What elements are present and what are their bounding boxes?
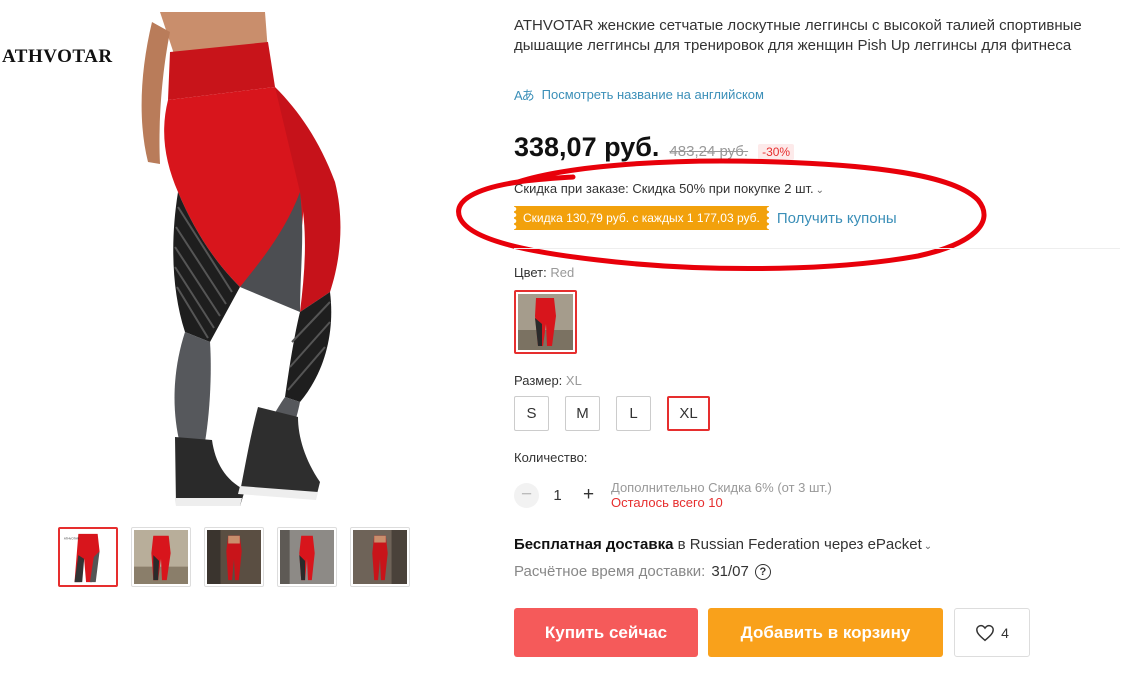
shipping-dropdown[interactable]: Бесплатная доставка в Russian Federation… bbox=[514, 536, 932, 553]
thumbnail-1[interactable]: ATHVOTAR bbox=[58, 527, 118, 587]
chevron-down-icon: ⌄ bbox=[815, 185, 825, 196]
shipping-route: в Russian Federation через ePacket bbox=[677, 536, 922, 553]
coupon-tag: Скидка 130,79 руб. с каждых 1 177,03 руб… bbox=[514, 206, 769, 230]
translate-icon: Aあ bbox=[514, 88, 535, 103]
translate-link-label: Посмотреть название на английском bbox=[541, 87, 764, 102]
thumbnail-image bbox=[280, 530, 334, 584]
quantity-info: Дополнительно Скидка 6% (от 3 шт.) Остал… bbox=[611, 480, 832, 510]
brand-logo: ATHVOTAR bbox=[2, 46, 113, 67]
thumbnail-5[interactable] bbox=[350, 527, 410, 587]
coupon-row: Скидка 130,79 руб. с каждых 1 177,03 руб… bbox=[514, 206, 897, 230]
thumbnail-strip: ATHVOTAR bbox=[58, 527, 410, 587]
size-label: Размер: XL bbox=[514, 373, 582, 388]
eta-date: 31/07 bbox=[711, 563, 749, 580]
thumbnail-3[interactable] bbox=[204, 527, 264, 587]
size-option-l[interactable]: L bbox=[616, 396, 651, 431]
color-swatch-image bbox=[518, 294, 573, 350]
delivery-estimate: Расчётное время доставки: 31/07 ? bbox=[514, 563, 771, 580]
color-label-text: Цвет: bbox=[514, 265, 547, 280]
thumbnail-image bbox=[134, 530, 188, 584]
order-discount-dropdown[interactable]: Скидка при заказе: Скидка 50% при покупк… bbox=[514, 181, 824, 196]
old-price: 483,24 руб. bbox=[669, 143, 749, 160]
add-to-cart-button[interactable]: Добавить в корзину bbox=[708, 608, 943, 657]
section-divider bbox=[514, 248, 1120, 249]
thumbnail-4[interactable] bbox=[277, 527, 337, 587]
chevron-down-icon: ⌄ bbox=[923, 541, 933, 552]
svg-text:ATHVOTAR: ATHVOTAR bbox=[64, 537, 79, 541]
wishlist-button[interactable]: 4 bbox=[954, 608, 1030, 657]
discount-badge: -30% bbox=[758, 144, 795, 160]
color-option-red[interactable] bbox=[514, 290, 577, 354]
color-value: Red bbox=[550, 265, 575, 280]
quantity-increase-button[interactable]: + bbox=[576, 482, 601, 508]
buy-now-button[interactable]: Купить сейчас bbox=[514, 608, 698, 657]
price-row: 338,07 руб. 483,24 руб. -30% bbox=[514, 132, 795, 163]
help-icon[interactable]: ? bbox=[754, 563, 771, 580]
thumbnail-2[interactable] bbox=[131, 527, 191, 587]
size-options: S M L XL bbox=[514, 396, 710, 431]
size-label-text: Размер: bbox=[514, 373, 563, 388]
size-value: XL bbox=[565, 373, 582, 388]
get-coupons-link[interactable]: Получить купоны bbox=[777, 210, 897, 227]
translate-title-link[interactable]: Aあ Посмотреть название на английском bbox=[514, 85, 764, 104]
color-label: Цвет: Red bbox=[514, 265, 574, 280]
product-title: ATHVOTAR женские сетчатые лоскутные легг… bbox=[514, 17, 1082, 54]
size-option-xl[interactable]: XL bbox=[667, 396, 710, 431]
extra-discount-text: Дополнительно Скидка 6% (от 3 шт.) bbox=[611, 480, 832, 495]
free-shipping-label: Бесплатная доставка bbox=[514, 536, 674, 553]
current-price: 338,07 руб. bbox=[514, 132, 660, 162]
order-discount-text: Скидка при заказе: Скидка 50% при покупк… bbox=[514, 181, 814, 196]
heart-icon bbox=[976, 624, 995, 641]
eta-label: Расчётное время доставки: bbox=[514, 563, 706, 580]
quantity-label: Количество: bbox=[514, 450, 588, 465]
wishlist-count: 4 bbox=[1001, 624, 1009, 641]
product-main-image[interactable] bbox=[0, 12, 470, 512]
size-option-m[interactable]: M bbox=[565, 396, 600, 431]
quantity-stepper: − 1 + Дополнительно Скидка 6% (от 3 шт.)… bbox=[514, 480, 832, 510]
thumbnail-image bbox=[207, 530, 261, 584]
leggings-photo bbox=[141, 12, 341, 506]
size-option-s[interactable]: S bbox=[514, 396, 549, 431]
stock-left-text: Осталось всего 10 bbox=[611, 495, 723, 510]
thumbnail-image: ATHVOTAR bbox=[61, 530, 115, 584]
quantity-value[interactable]: 1 bbox=[539, 487, 576, 504]
quantity-decrease-button[interactable]: − bbox=[514, 482, 539, 508]
thumbnail-image bbox=[353, 530, 407, 584]
